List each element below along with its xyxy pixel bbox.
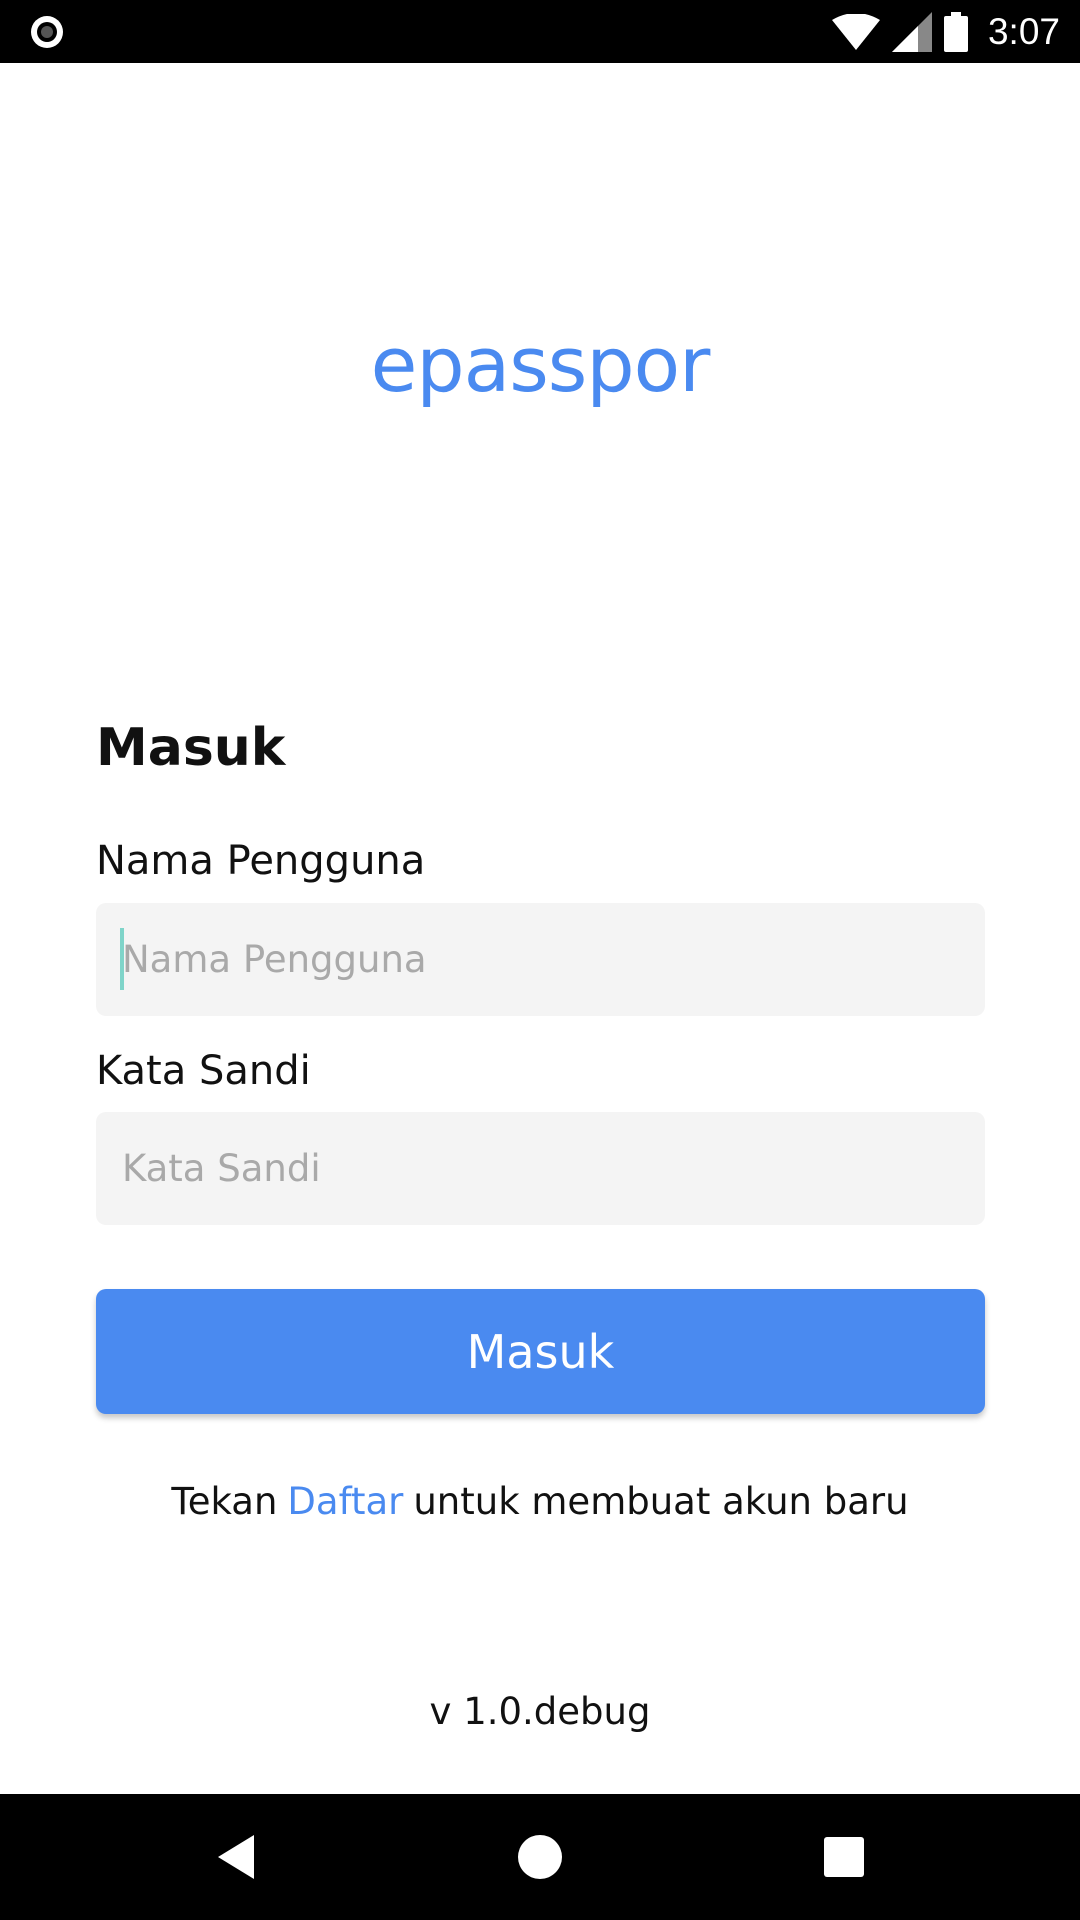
username-input[interactable] (96, 903, 985, 1016)
signal-icon (891, 11, 932, 52)
record-icon (31, 16, 63, 48)
login-button[interactable]: Masuk (96, 1289, 985, 1414)
username-label: Nama Pengguna (96, 838, 426, 884)
version-text: v 1.0.debug (429, 1690, 651, 1733)
form-heading: Masuk (96, 718, 286, 778)
register-prompt: Tekan Daftar untuk membuat akun baru (0, 1480, 1080, 1523)
wifi-icon (831, 13, 880, 50)
register-prefix: Tekan (171, 1480, 278, 1523)
password-input[interactable] (96, 1112, 985, 1225)
status-bar: 3:07 (0, 0, 1080, 63)
battery-icon (943, 11, 968, 52)
status-time: 3:07 (987, 10, 1060, 52)
home-icon[interactable] (510, 1827, 570, 1887)
password-label: Kata Sandi (96, 1048, 311, 1094)
app-logo: epasspor (370, 320, 711, 409)
register-link[interactable]: Daftar (287, 1480, 403, 1523)
recents-icon[interactable] (814, 1827, 874, 1887)
text-cursor (120, 928, 124, 990)
back-icon[interactable] (206, 1827, 266, 1887)
register-suffix: untuk membuat akun baru (413, 1480, 909, 1523)
login-screen: 3:07 epasspor Masuk Nama Pengguna Kata S… (0, 0, 1080, 1920)
status-icons: 3:07 (831, 0, 1060, 63)
navigation-bar (0, 1794, 1080, 1920)
